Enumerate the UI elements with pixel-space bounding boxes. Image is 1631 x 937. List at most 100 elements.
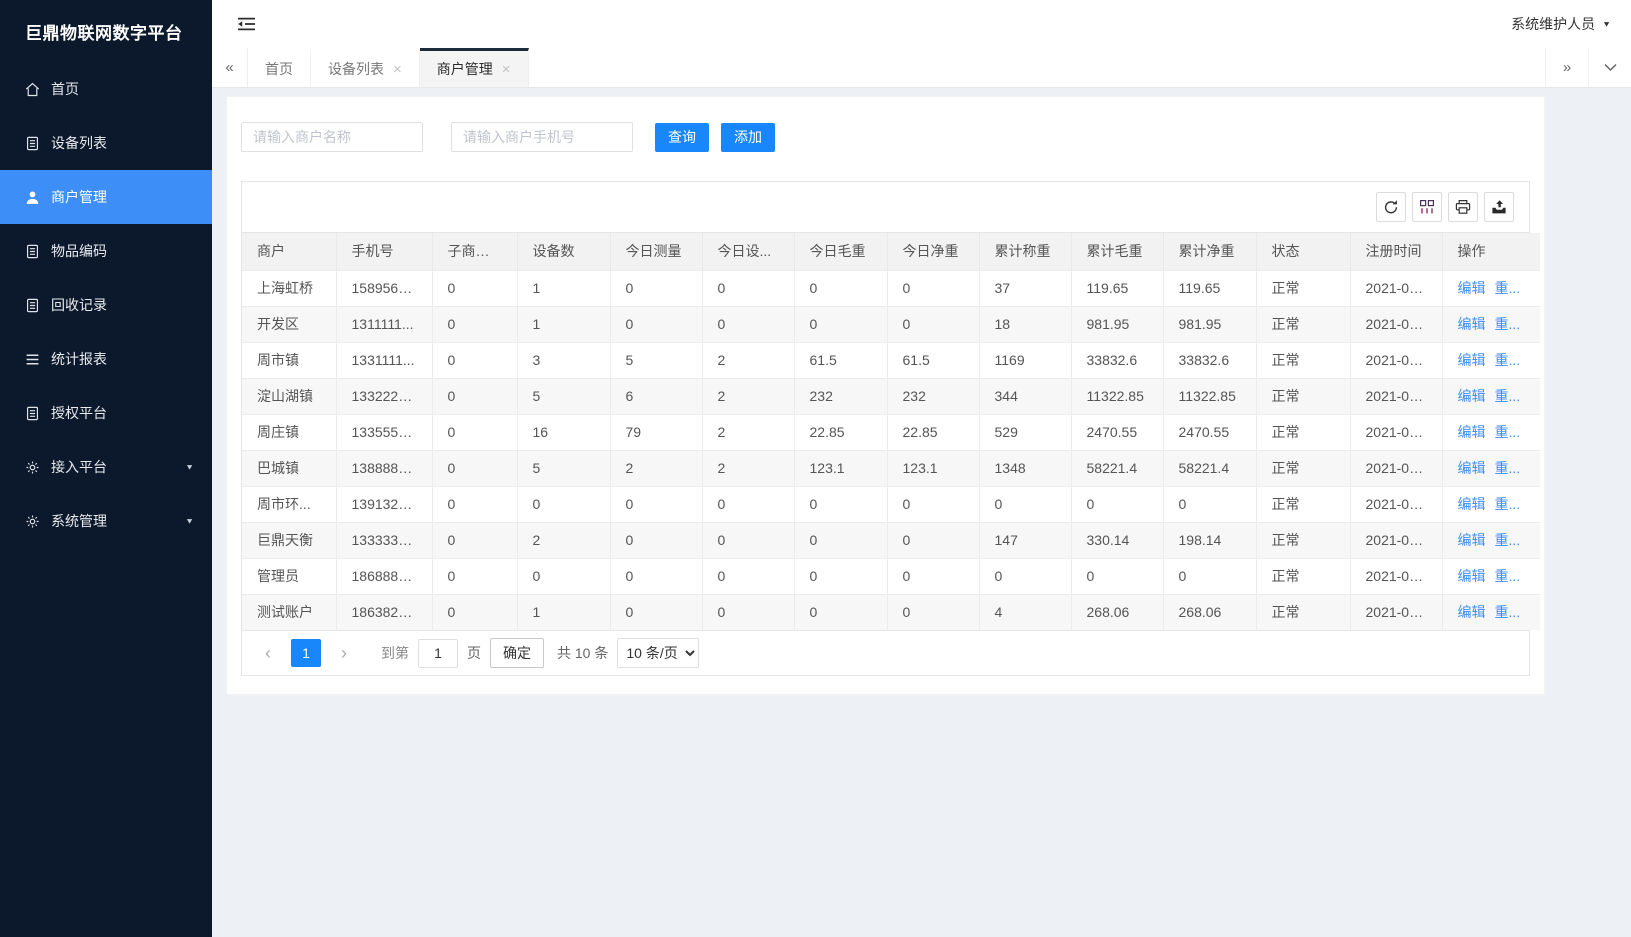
sidebar-menu: 首页 设备列表 商户管理 物品编码 回收记录 统计报表 授权平台 接入平台 ▼ … (0, 62, 212, 548)
edit-link[interactable]: 编辑 (1458, 352, 1486, 368)
edit-link[interactable]: 编辑 (1458, 424, 1486, 440)
reset-link[interactable]: 重... (1495, 604, 1521, 620)
user-menu[interactable]: 系统维护人员 ▼ (1511, 14, 1611, 34)
table-cell: 0 (702, 306, 794, 342)
actions-cell: 编辑重... (1442, 270, 1540, 306)
column-header: 设备数 (517, 233, 610, 270)
user-menu-label: 系统维护人员 (1511, 14, 1595, 34)
table-cell: 正常 (1256, 306, 1350, 342)
edit-link[interactable]: 编辑 (1458, 280, 1486, 296)
table-cell: 2 (517, 522, 610, 558)
table-cell: 开发区 (242, 306, 336, 342)
table-cell: 3 (517, 342, 610, 378)
table-cell: 0 (979, 486, 1071, 522)
tab-商户管理[interactable]: 商户管理 × (420, 48, 529, 87)
column-header: 今日测量 (610, 233, 702, 270)
goto-page-input[interactable] (418, 639, 458, 668)
sidebar-item-设备列表[interactable]: 设备列表 (0, 116, 212, 170)
table-cell: 上海虹桥 (242, 270, 336, 306)
edit-link[interactable]: 编辑 (1458, 316, 1486, 332)
tabs-menu-button[interactable] (1588, 48, 1631, 87)
prev-page-icon[interactable]: ‹ (254, 639, 282, 667)
reset-link[interactable]: 重... (1495, 424, 1521, 440)
close-icon[interactable]: × (393, 62, 402, 77)
collapse-sidebar-icon[interactable] (237, 16, 256, 32)
sidebar-item-商户管理[interactable]: 商户管理 (0, 170, 212, 224)
doc-icon (25, 406, 40, 421)
confirm-page-button[interactable]: 确定 (490, 638, 544, 668)
edit-link[interactable]: 编辑 (1458, 496, 1486, 512)
export-icon[interactable] (1484, 192, 1514, 222)
next-page-icon[interactable]: › (330, 639, 358, 667)
table-cell: 344 (979, 378, 1071, 414)
table-row: 周庄镇1335555...01679222.8522.855292470.552… (242, 414, 1540, 450)
reset-link[interactable]: 重... (1495, 316, 1521, 332)
print-icon[interactable] (1448, 192, 1478, 222)
goto-suffix-label: 页 (467, 643, 481, 663)
reset-link[interactable]: 重... (1495, 496, 1521, 512)
tabs-scroll-right-button[interactable]: » (1545, 48, 1588, 87)
table-cell: 0 (794, 306, 887, 342)
tabs-scroll-left-button[interactable]: « (212, 48, 248, 87)
sidebar-item-授权平台[interactable]: 授权平台 (0, 386, 212, 440)
edit-link[interactable]: 编辑 (1458, 604, 1486, 620)
sidebar-item-label: 授权平台 (51, 403, 107, 423)
reset-link[interactable]: 重... (1495, 460, 1521, 476)
tab-label: 商户管理 (437, 59, 493, 79)
column-header: 累计称重 (979, 233, 1071, 270)
tab-首页[interactable]: 首页 (248, 48, 311, 87)
add-button[interactable]: 添加 (721, 123, 775, 152)
actions-cell: 编辑重... (1442, 450, 1540, 486)
sidebar-item-系统管理[interactable]: 系统管理 ▼ (0, 494, 212, 548)
edit-link[interactable]: 编辑 (1458, 532, 1486, 548)
edit-link[interactable]: 编辑 (1458, 568, 1486, 584)
content-area: 查询 添加 (212, 88, 1631, 937)
sidebar-item-接入平台[interactable]: 接入平台 ▼ (0, 440, 212, 494)
columns-icon[interactable] (1412, 192, 1442, 222)
sidebar-item-统计报表[interactable]: 统计报表 (0, 332, 212, 386)
table-cell: 0 (610, 558, 702, 594)
table-cell: 2 (702, 450, 794, 486)
reset-link[interactable]: 重... (1495, 532, 1521, 548)
edit-link[interactable]: 编辑 (1458, 388, 1486, 404)
actions-cell: 编辑重... (1442, 378, 1540, 414)
close-icon[interactable]: × (502, 62, 511, 77)
page-number-button[interactable]: 1 (291, 639, 321, 667)
refresh-icon[interactable] (1376, 192, 1406, 222)
sidebar-item-物品编码[interactable]: 物品编码 (0, 224, 212, 278)
table-cell: 1391323... (336, 486, 432, 522)
page-size-select[interactable]: 10 条/页 (617, 638, 699, 668)
gear-icon (25, 514, 40, 529)
table-cell: 正常 (1256, 450, 1350, 486)
doc-icon (25, 244, 40, 259)
merchant-name-input[interactable] (241, 122, 423, 152)
table-cell: 1868888... (336, 558, 432, 594)
edit-link[interactable]: 编辑 (1458, 460, 1486, 476)
table-cell: 2021-05... (1350, 558, 1442, 594)
table-cell: 2 (702, 342, 794, 378)
merchant-table: 商户手机号子商户数设备数今日测量今日设...今日毛重今日净重累计称重累计毛重累计… (242, 233, 1540, 630)
column-header: 状态 (1256, 233, 1350, 270)
reset-link[interactable]: 重... (1495, 280, 1521, 296)
table-cell: 0 (887, 594, 979, 630)
merchant-phone-input[interactable] (451, 122, 633, 152)
table-cell: 268.06 (1163, 594, 1256, 630)
reset-link[interactable]: 重... (1495, 568, 1521, 584)
sidebar-item-回收记录[interactable]: 回收记录 (0, 278, 212, 332)
table-cell: 2 (702, 378, 794, 414)
tab-设备列表[interactable]: 设备列表 × (311, 48, 420, 87)
goto-prefix-label: 到第 (381, 643, 409, 663)
table-cell: 268.06 (1071, 594, 1163, 630)
query-button[interactable]: 查询 (655, 123, 709, 152)
table-cell: 正常 (1256, 558, 1350, 594)
chevron-down-icon: ▼ (1602, 20, 1611, 29)
table-cell: 981.95 (1071, 306, 1163, 342)
tab-bar: « 首页 设备列表 × 商户管理 × » (212, 48, 1631, 88)
table-cell: 0 (432, 270, 517, 306)
sidebar-item-首页[interactable]: 首页 (0, 62, 212, 116)
reset-link[interactable]: 重... (1495, 352, 1521, 368)
reset-link[interactable]: 重... (1495, 388, 1521, 404)
sidebar-item-label: 统计报表 (51, 349, 107, 369)
table-cell: 2470.55 (1163, 414, 1256, 450)
table-cell: 2021-05... (1350, 522, 1442, 558)
